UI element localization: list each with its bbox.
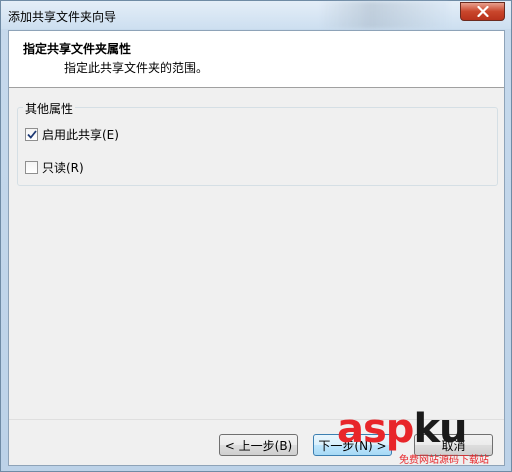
dialog-window: 添加共享文件夹向导 指定共享文件夹属性 指定此共享文件夹的范围。 其他属性 启用… <box>0 0 512 472</box>
other-properties-group <box>17 107 498 186</box>
read-only-checkbox[interactable] <box>25 161 38 174</box>
read-only-checkbox-row[interactable]: 只读(R) <box>25 159 84 176</box>
enable-share-checkbox[interactable] <box>25 128 38 141</box>
footer-divider <box>9 419 504 420</box>
read-only-label: 只读(R) <box>42 161 84 175</box>
window-title: 添加共享文件夹向导 <box>8 10 117 24</box>
wizard-client-area: 指定共享文件夹属性 指定此共享文件夹的范围。 其他属性 启用此共享(E) 只读(… <box>8 30 505 466</box>
enable-share-checkbox-row[interactable]: 启用此共享(E) <box>25 126 119 143</box>
wizard-header: 指定共享文件夹属性 指定此共享文件夹的范围。 <box>9 31 504 88</box>
close-button[interactable] <box>460 2 505 21</box>
next-button[interactable]: 下一步(N) > <box>313 434 392 456</box>
close-icon <box>476 6 489 17</box>
group-label: 其他属性 <box>23 100 76 117</box>
page-title: 指定共享文件夹属性 <box>23 42 132 56</box>
checkmark-icon <box>26 130 37 139</box>
title-bar[interactable]: 添加共享文件夹向导 <box>1 1 511 29</box>
enable-share-label: 启用此共享(E) <box>42 128 119 142</box>
page-subtitle: 指定此共享文件夹的范围。 <box>64 61 209 75</box>
cancel-button[interactable]: 取消 <box>414 434 493 456</box>
back-button[interactable]: < 上一步(B) <box>219 434 298 456</box>
blurred-background <box>319 1 449 29</box>
